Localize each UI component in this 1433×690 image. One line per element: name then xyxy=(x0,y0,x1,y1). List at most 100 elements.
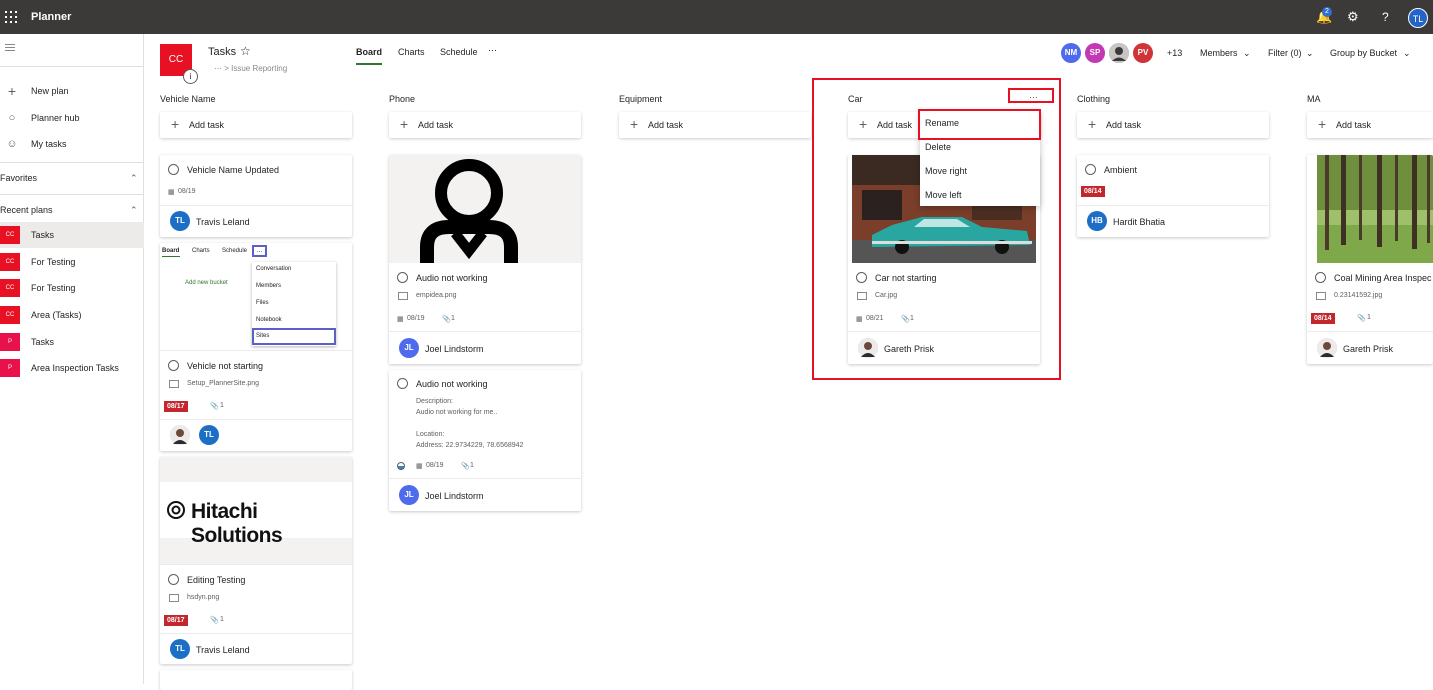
complete-checkbox[interactable] xyxy=(1315,272,1326,283)
nav-new-plan[interactable]: + New plan xyxy=(0,78,144,104)
due-date-badge: 08/14 xyxy=(1311,313,1335,324)
task-card[interactable]: Audio not working empidea.png ▦ 08/19 📎 … xyxy=(389,155,581,364)
person-photo-icon xyxy=(1317,338,1337,358)
due-date-badge: 08/17 xyxy=(164,401,188,412)
bucket-name[interactable]: Vehicle Name xyxy=(160,94,216,104)
add-task-button[interactable]: + Add task xyxy=(1077,112,1269,138)
attachment-count: 1 xyxy=(451,315,455,322)
attachment-link[interactable]: hsdyn.png xyxy=(187,594,219,601)
task-card[interactable]: Audio not working Description: Audio not… xyxy=(389,370,581,511)
calendar-icon: ▦ xyxy=(416,463,423,470)
recent-plans-header[interactable]: Recent plans ⌃ xyxy=(0,200,144,220)
add-task-label: Add task xyxy=(418,120,454,130)
assignee-photo-avatar xyxy=(1317,338,1337,358)
member-avatar[interactable]: SP xyxy=(1085,43,1105,63)
member-avatar[interactable]: PV xyxy=(1133,43,1153,63)
bucket-name[interactable]: Clothing xyxy=(1077,94,1110,104)
top-bar: Planner 🔔 2 ⚙ ? TL xyxy=(0,0,1433,34)
app-name[interactable]: Planner xyxy=(31,11,71,23)
image-icon xyxy=(398,292,408,300)
star-icon[interactable]: ☆ xyxy=(240,44,251,58)
add-task-button[interactable]: + Add task xyxy=(389,112,581,138)
complete-checkbox[interactable] xyxy=(168,574,179,585)
recent-plan-item[interactable]: CC Area (Tasks) xyxy=(0,302,144,328)
member-avatar[interactable]: NM xyxy=(1061,43,1081,63)
paperclip-icon: 📎 xyxy=(461,463,470,470)
more-tabs-icon[interactable]: ⋯ xyxy=(488,45,497,56)
bucket-name[interactable]: Equipment xyxy=(619,94,662,104)
progress-icon xyxy=(397,462,405,470)
nav-label: Planner hub xyxy=(31,113,80,123)
preview-add-bucket: Add new bucket xyxy=(185,280,228,286)
person-icon: ☺ xyxy=(6,138,18,150)
plan-label: Tasks xyxy=(31,337,55,347)
assignee-name: Hardit Bhatia xyxy=(1113,217,1166,227)
attachment-count: 1 xyxy=(1367,314,1371,321)
recent-plan-item[interactable]: CC For Testing xyxy=(0,249,144,275)
task-card[interactable]: Board Charts Schedule ... Add new bucket… xyxy=(160,243,352,451)
filter-dropdown[interactable]: Filter (0) xyxy=(1268,48,1302,58)
tab-charts[interactable]: Charts xyxy=(398,47,425,57)
help-icon[interactable]: ? xyxy=(1382,9,1389,25)
bucket-name[interactable]: Phone xyxy=(389,94,415,104)
attachment-link[interactable]: 0.23141592.jpg xyxy=(1334,292,1382,299)
attachment-link[interactable]: Setup_PlannerSite.png xyxy=(187,380,259,387)
assignee-avatar: HB xyxy=(1087,211,1107,231)
attachment-link[interactable]: empidea.png xyxy=(416,292,456,299)
complete-checkbox[interactable] xyxy=(168,360,179,371)
plan-badge: P xyxy=(0,359,20,377)
divider xyxy=(1307,331,1433,332)
tab-board[interactable]: Board xyxy=(356,47,383,65)
complete-checkbox[interactable] xyxy=(397,272,408,283)
task-card[interactable]: Coal Mining Area Inspec 0.23141592.jpg 0… xyxy=(1307,155,1433,364)
more-members-count[interactable]: +13 xyxy=(1167,48,1182,58)
nav-planner-hub[interactable]: ○ Planner hub xyxy=(0,105,144,131)
recent-plan-item[interactable]: CC For Testing xyxy=(0,275,144,301)
info-icon[interactable]: i xyxy=(183,69,198,84)
attachment-count: 1 xyxy=(470,462,474,469)
chevron-down-icon[interactable]: ⌄ xyxy=(1403,48,1411,59)
hamburger-icon[interactable] xyxy=(5,44,15,53)
bucket-name[interactable]: MA xyxy=(1307,94,1321,104)
recent-plan-item[interactable]: CC Tasks xyxy=(0,222,144,248)
nav-my-tasks[interactable]: ☺ My tasks xyxy=(0,131,144,157)
paperclip-icon: 📎 xyxy=(442,316,451,323)
calendar-icon: ▦ xyxy=(168,189,175,196)
add-task-button[interactable]: + Add task xyxy=(1307,112,1433,138)
tab-schedule[interactable]: Schedule xyxy=(440,47,478,57)
task-description-line: Address: 22.9734229, 78.6568942 xyxy=(416,442,524,449)
plan-label: For Testing xyxy=(31,257,76,267)
task-card[interactable] xyxy=(160,670,352,690)
preview-menu-item: Conversation xyxy=(256,266,292,272)
card-preview-image: Board Charts Schedule ... Add new bucket… xyxy=(160,243,352,351)
due-date-badge: 08/17 xyxy=(164,615,188,626)
gear-icon[interactable]: ⚙ xyxy=(1347,9,1359,25)
hitachi-logo-icon xyxy=(167,501,185,519)
task-card[interactable]: Hitachi Solutions Editing Testing hsdyn.… xyxy=(160,457,352,664)
complete-checkbox[interactable] xyxy=(1085,164,1096,175)
complete-checkbox[interactable] xyxy=(397,378,408,389)
task-card[interactable]: Ambient 08/14 HB Hardit Bhatia xyxy=(1077,155,1269,237)
chevron-down-icon[interactable]: ⌄ xyxy=(1243,48,1251,59)
group-by-dropdown[interactable]: Group by Bucket xyxy=(1330,48,1397,58)
member-avatar[interactable] xyxy=(1109,43,1129,63)
plan-badge: CC xyxy=(0,279,20,297)
app-launcher-icon[interactable] xyxy=(5,11,17,23)
plan-badge: CC xyxy=(0,226,20,244)
breadcrumb[interactable]: ⋯ > Issue Reporting xyxy=(214,64,287,73)
recent-plan-item[interactable]: P Tasks xyxy=(0,329,144,355)
task-title: Coal Mining Area Inspec xyxy=(1334,273,1432,283)
task-card[interactable]: Vehicle Name Updated ▦ 08/19 TL Travis L… xyxy=(160,155,352,237)
complete-checkbox[interactable] xyxy=(168,164,179,175)
favorites-header[interactable]: Favorites ⌃ xyxy=(0,168,144,188)
user-avatar[interactable]: TL xyxy=(1408,8,1428,28)
paperclip-icon: 📎 xyxy=(210,617,219,624)
highlight-box xyxy=(1008,88,1054,103)
chevron-down-icon[interactable]: ⌄ xyxy=(1306,48,1314,59)
add-task-button[interactable]: + Add task xyxy=(160,112,352,138)
preview-menu: Conversation Members Files Notebook Site… xyxy=(252,262,336,346)
task-title: Vehicle Name Updated xyxy=(187,165,280,175)
members-dropdown[interactable]: Members xyxy=(1200,48,1238,58)
recent-plan-item[interactable]: P Area Inspection Tasks xyxy=(0,355,144,381)
add-task-button[interactable]: + Add task xyxy=(619,112,811,138)
